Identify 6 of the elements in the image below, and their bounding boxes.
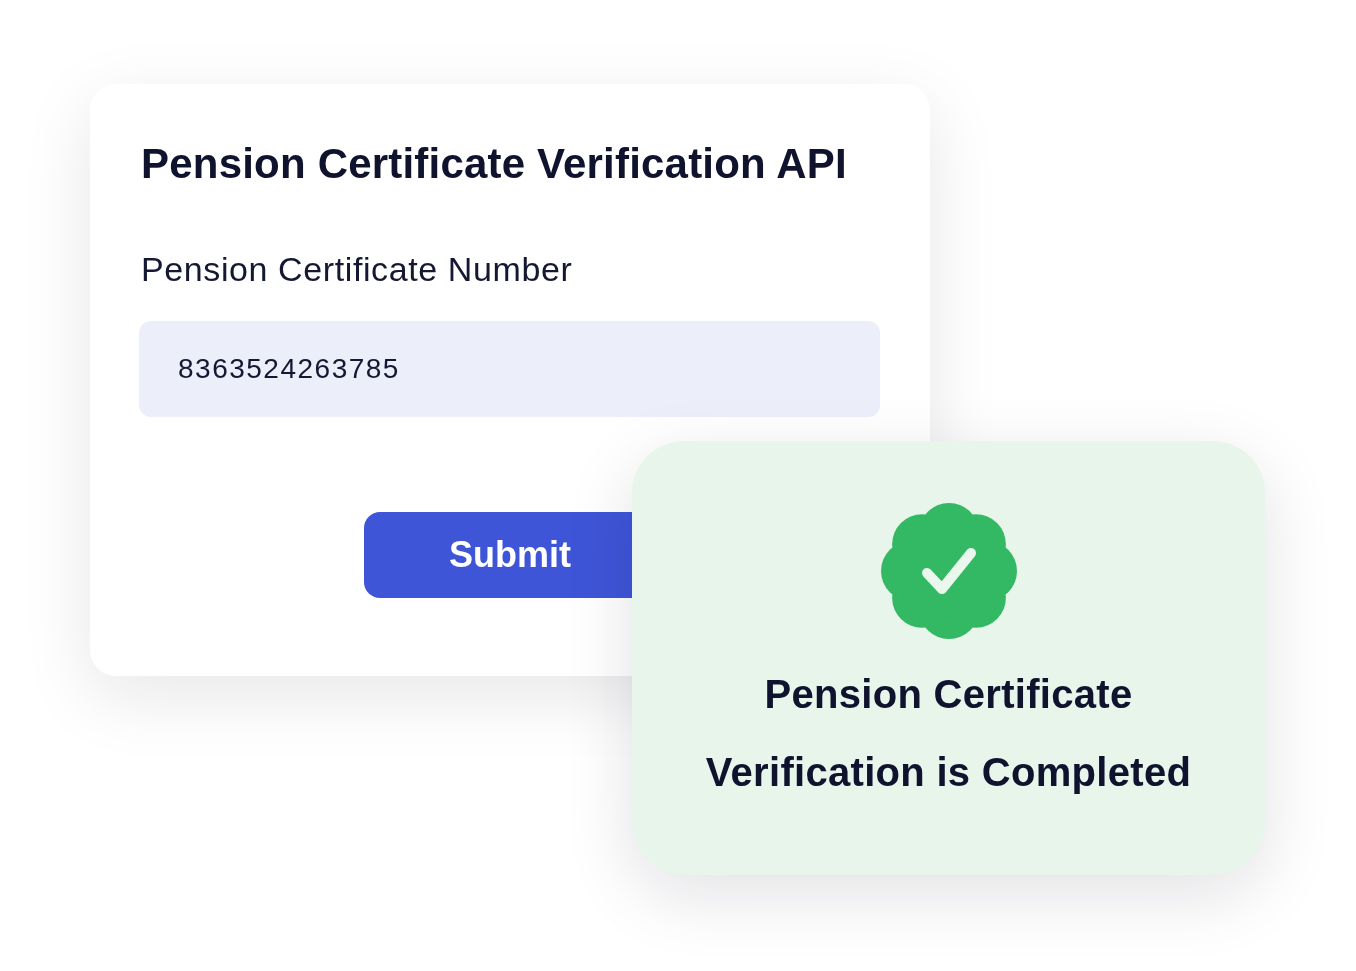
card-title: Pension Certificate Verification API	[141, 140, 848, 188]
result-message: Verification is Completed	[705, 749, 1192, 795]
input-field[interactable]: 8363524263785	[139, 321, 880, 417]
field-label: Pension Certificate Number	[141, 249, 574, 289]
submit-button[interactable]: Submit	[364, 512, 632, 598]
result-message: Pension Certificate	[764, 671, 1133, 717]
